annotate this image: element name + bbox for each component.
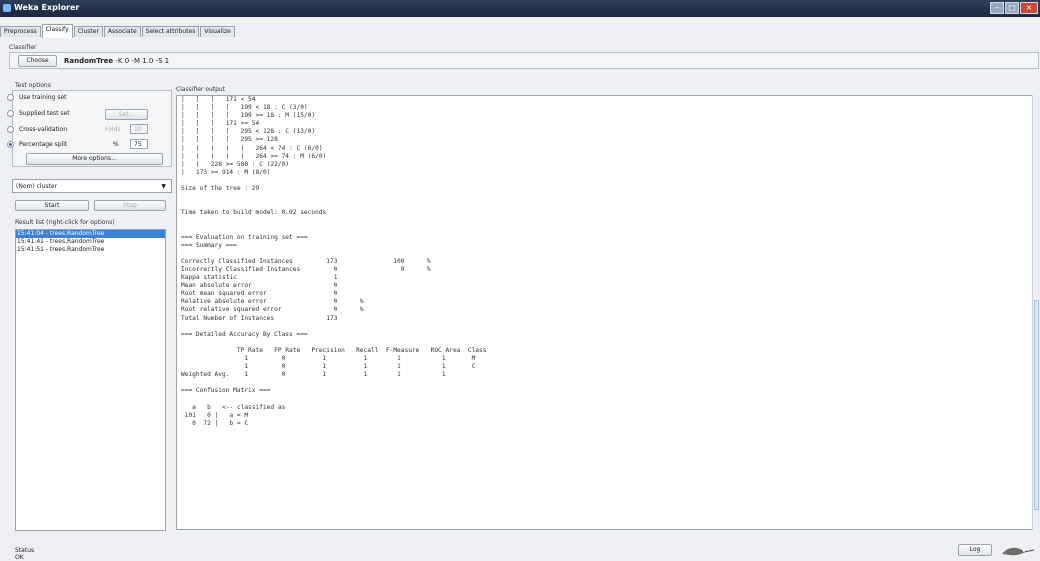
percentage-split-option[interactable]: Percentage split xyxy=(7,139,68,150)
title-bar: Weka Explorer – □ × xyxy=(0,0,1040,17)
result-list-item[interactable]: 15:41:51 - trees.RandomTree xyxy=(16,246,165,254)
more-options-button[interactable]: More options... xyxy=(26,153,163,165)
minimize-icon[interactable]: – xyxy=(990,2,1004,14)
result-list-label: Result list (right-click for options) xyxy=(15,219,115,226)
option-label: Supplied test set xyxy=(19,110,70,117)
radio-button-selected[interactable] xyxy=(7,141,14,148)
percent-symbol: % xyxy=(113,141,119,148)
option-label: Use training set xyxy=(19,94,67,101)
percent-split-field[interactable]: 75 xyxy=(130,139,148,149)
radio-button[interactable] xyxy=(7,110,14,117)
status-label: Status xyxy=(15,547,35,554)
option-label: Cross-validation xyxy=(19,126,67,133)
test-options-label: Test options xyxy=(15,82,51,89)
folds-field[interactable]: 10 xyxy=(130,124,148,134)
class-attribute-select[interactable]: (Nom) cluster ▼ xyxy=(12,179,172,193)
tab-select-attributes[interactable]: Select attributes xyxy=(141,26,200,37)
result-list-item[interactable]: 15:41:41 - trees.RandomTree xyxy=(16,238,165,246)
close-icon[interactable]: × xyxy=(1020,2,1038,14)
weka-bird-icon[interactable] xyxy=(1000,544,1036,558)
classifier-output-text: | | | 171 < 54 | | | | 199 < 18 : C (3/0… xyxy=(181,96,487,427)
tab-preprocess[interactable]: Preprocess xyxy=(0,26,41,37)
classifier-panel: Choose RandomTree -K 0 -M 1.0 -S 1 xyxy=(9,52,1039,69)
main-tabs: Preprocess Classify Cluster Associate Se… xyxy=(0,24,236,38)
log-button[interactable]: Log xyxy=(958,544,992,556)
tab-associate[interactable]: Associate xyxy=(103,26,141,37)
dropdown-arrow-icon: ▼ xyxy=(161,183,166,190)
option-label: Percentage split xyxy=(19,141,68,148)
classifier-output-panel[interactable]: | | | 171 < 54 | | | | 199 < 18 : C (3/0… xyxy=(176,95,1033,530)
status-area: Status OK xyxy=(15,547,34,561)
output-scrollbar[interactable] xyxy=(1032,95,1039,530)
stop-button[interactable]: Stop xyxy=(94,200,166,211)
radio-button[interactable] xyxy=(7,94,14,101)
classifier-section-label: Classifier xyxy=(9,44,37,51)
choose-button[interactable]: Choose xyxy=(18,55,57,67)
window-controls: – □ × xyxy=(990,2,1038,14)
classifier-config[interactable]: RandomTree -K 0 -M 1.0 -S 1 xyxy=(64,57,169,65)
scrollbar-thumb[interactable] xyxy=(1034,300,1039,510)
supplied-test-set-option[interactable]: Supplied test set xyxy=(7,108,70,119)
classifier-name: RandomTree xyxy=(64,57,114,65)
set-test-set-button[interactable]: Set... xyxy=(105,109,148,120)
tab-cluster[interactable]: Cluster xyxy=(73,26,103,37)
classifier-output-label: Classifier output xyxy=(176,86,226,93)
maximize-icon[interactable]: □ xyxy=(1005,2,1019,14)
result-list-item[interactable]: 15:41:04 - trees.RandomTree xyxy=(16,230,165,238)
start-button[interactable]: Start xyxy=(15,200,89,211)
weka-app-icon xyxy=(3,4,11,12)
use-training-set-option[interactable]: Use training set xyxy=(7,92,67,103)
tab-visualize[interactable]: Visualize xyxy=(200,26,235,37)
tab-classify[interactable]: Classify xyxy=(41,24,73,38)
folds-label: Folds xyxy=(105,126,121,133)
result-list[interactable]: 15:41:04 - trees.RandomTree 15:41:41 - t… xyxy=(15,229,166,531)
class-attribute-value: (Nom) cluster xyxy=(16,183,57,190)
radio-button[interactable] xyxy=(7,126,14,133)
classifier-options: -K 0 -M 1.0 -S 1 xyxy=(115,57,170,65)
window-title: Weka Explorer xyxy=(14,3,80,12)
cross-validation-option[interactable]: Cross-validation xyxy=(7,124,67,135)
